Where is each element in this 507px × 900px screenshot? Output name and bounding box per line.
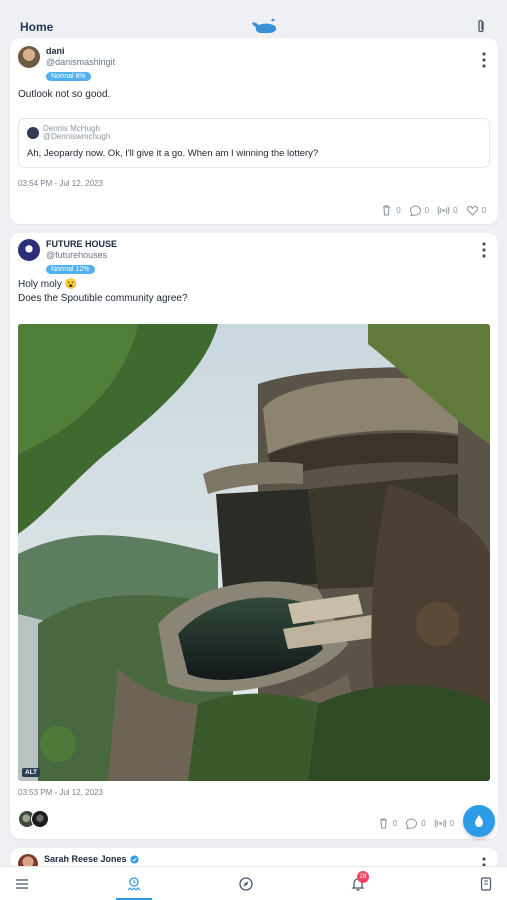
broadcast-action[interactable]: 0 bbox=[437, 204, 458, 217]
quote-text: Ah, Jeopardy now. Ok, I'll give it a go.… bbox=[27, 148, 319, 159]
comment-action[interactable]: 0 bbox=[405, 817, 426, 830]
author-name[interactable]: FUTURE HOUSE bbox=[46, 239, 117, 250]
post-text-line-1: Holy moly 😮 bbox=[18, 279, 78, 290]
broadcast-icon bbox=[437, 206, 450, 215]
tab-menu[interactable] bbox=[6, 867, 38, 900]
like-action[interactable]: 0 bbox=[466, 204, 486, 217]
heart-icon bbox=[466, 205, 478, 216]
droplet-icon bbox=[475, 815, 483, 827]
post-author[interactable]: FUTURE HOUSE @futurehouses Normal 12% bbox=[18, 239, 117, 274]
author-handle: @futurehouses bbox=[46, 250, 108, 260]
author-handle: @danismashingit bbox=[46, 57, 116, 67]
tab-explore[interactable] bbox=[230, 867, 262, 900]
treehouse-photo bbox=[18, 324, 490, 781]
more-options-icon[interactable] bbox=[482, 242, 486, 258]
paperclip-icon[interactable] bbox=[474, 19, 488, 35]
comment-icon bbox=[406, 818, 418, 830]
post-card[interactable]: dani @danismashingit Normal 8% Outlook n… bbox=[10, 38, 498, 224]
delete-action[interactable]: 0 bbox=[380, 204, 401, 217]
broadcast-count: 0 bbox=[449, 819, 454, 828]
tab-home[interactable] bbox=[118, 867, 150, 900]
comment-action[interactable]: 0 bbox=[409, 204, 429, 217]
tab-bookmarks[interactable] bbox=[470, 867, 502, 900]
trash-icon bbox=[379, 818, 387, 829]
comment-icon bbox=[409, 205, 421, 217]
post-actions: 0 0 0 bbox=[377, 817, 454, 830]
broadcast-count: 0 bbox=[453, 206, 458, 215]
quote-author-handle: @Denniswmchugh bbox=[43, 132, 111, 141]
bottom-tab-bar bbox=[0, 866, 507, 900]
reactor-avatars[interactable] bbox=[18, 810, 49, 828]
quote-avatar bbox=[27, 127, 39, 139]
whale-logo-icon[interactable] bbox=[249, 17, 279, 37]
like-count: 0 bbox=[481, 206, 486, 215]
comment-count: 0 bbox=[421, 819, 426, 828]
notification-count-badge: 28 bbox=[357, 871, 369, 883]
broadcast-action[interactable]: 0 bbox=[434, 817, 454, 830]
author-name[interactable]: Sarah Reese Jones bbox=[44, 854, 127, 865]
post-image[interactable]: ALT bbox=[18, 324, 490, 781]
alt-text-badge[interactable]: ALT bbox=[22, 768, 41, 777]
post-author[interactable]: dani @danismashingit Normal 8% bbox=[18, 46, 115, 81]
post-timestamp: 03:54 PM - Jul 12, 2023 bbox=[18, 179, 103, 188]
comment-count: 0 bbox=[424, 206, 430, 215]
post-text: Outlook not so good. bbox=[18, 89, 111, 100]
avatar bbox=[31, 810, 49, 828]
delete-action[interactable]: 0 bbox=[377, 817, 397, 830]
verified-badge-icon bbox=[129, 855, 139, 864]
status-badge: Normal 8% bbox=[46, 72, 91, 81]
page-title: Home bbox=[20, 20, 54, 34]
compass-icon bbox=[239, 877, 253, 891]
post-card[interactable]: FUTURE HOUSE @futurehouses Normal 12% Ho… bbox=[10, 233, 498, 839]
quoted-post[interactable]: Dennis McHugh @Denniswmchugh Ah, Jeopard… bbox=[18, 118, 490, 168]
hamburger-menu-icon bbox=[16, 879, 28, 889]
delete-count: 0 bbox=[392, 819, 398, 828]
trash-icon bbox=[383, 205, 391, 216]
delete-count: 0 bbox=[396, 206, 401, 215]
author-name[interactable]: dani bbox=[46, 46, 115, 57]
broadcast-icon bbox=[434, 819, 446, 828]
status-badge: Normal 12% bbox=[46, 265, 95, 274]
bookmark-icon bbox=[480, 877, 492, 891]
compose-button[interactable] bbox=[463, 805, 495, 837]
post-text-line-2: Does the Spoutible community agree? bbox=[18, 293, 188, 304]
post-actions: 0 0 0 0 bbox=[380, 204, 486, 217]
more-options-icon[interactable] bbox=[482, 52, 486, 68]
avatar[interactable] bbox=[18, 46, 40, 68]
avatar[interactable] bbox=[18, 239, 40, 261]
post-timestamp: 03:53 PM - Jul 12, 2023 bbox=[18, 788, 103, 797]
home-feed-icon bbox=[127, 877, 141, 891]
